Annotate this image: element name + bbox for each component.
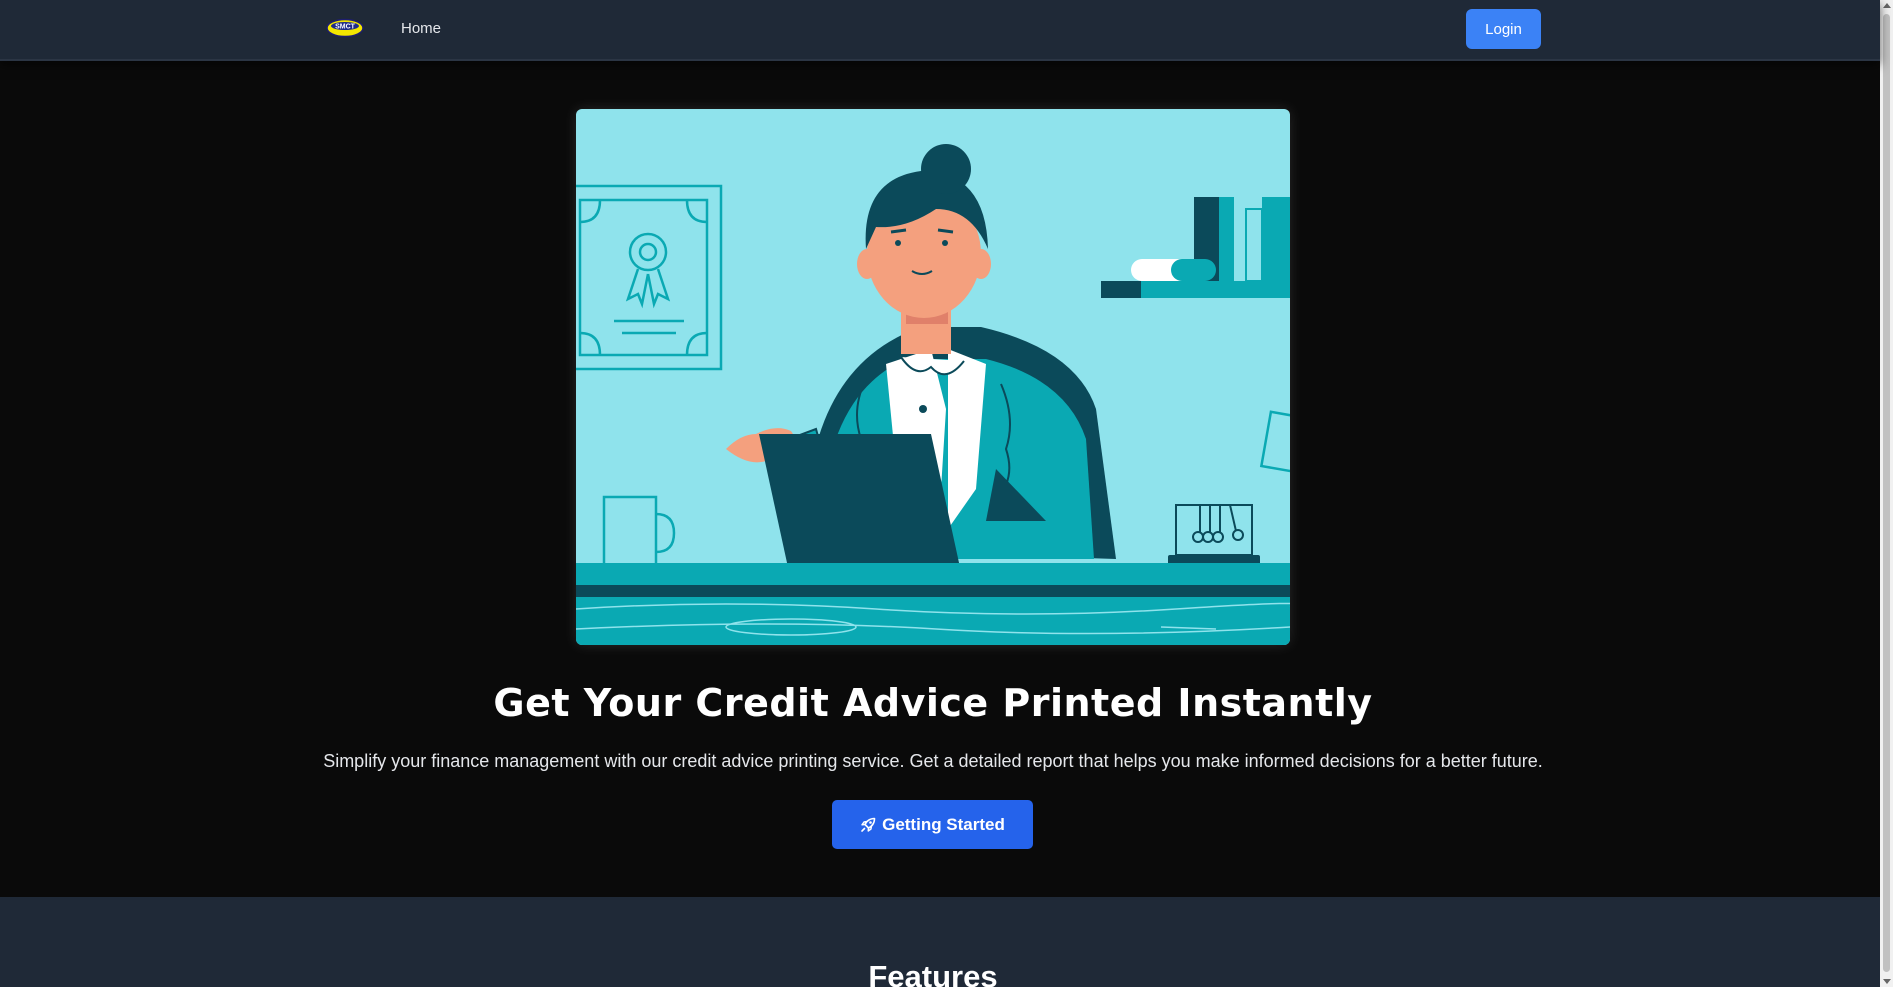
features-title: Features: [868, 959, 998, 987]
vertical-scrollbar[interactable]: [1880, 0, 1893, 987]
features-section: Features: [0, 897, 1880, 987]
svg-text:SMCT: SMCT: [335, 24, 356, 31]
getting-started-button[interactable]: Getting Started: [832, 800, 1033, 849]
hero-title: Get Your Credit Advice Printed Instantly: [493, 681, 1373, 725]
scroll-up-arrow-icon[interactable]: [1883, 3, 1891, 8]
hero-description: Simplify your finance management with ou…: [323, 751, 1543, 771]
desk: [576, 563, 1290, 645]
scroll-down-arrow-icon[interactable]: [1883, 979, 1891, 984]
navbar: SMCT Home Login: [0, 0, 1880, 61]
hero-section: Get Your Credit Advice Printed Instantly…: [0, 61, 1880, 897]
hero-illustration: [576, 109, 1290, 645]
scrollbar-thumb[interactable]: [1883, 14, 1890, 972]
page: SMCT Home Login Get Your Credit Advice P…: [0, 0, 1893, 987]
nav-home-link[interactable]: Home: [401, 20, 441, 37]
businesswoman-laptop-illustration: [576, 109, 1290, 645]
rocket-icon: [861, 817, 876, 832]
smct-logo[interactable]: SMCT: [326, 18, 364, 38]
login-button[interactable]: Login: [1466, 9, 1541, 49]
getting-started-label: Getting Started: [882, 814, 1005, 834]
